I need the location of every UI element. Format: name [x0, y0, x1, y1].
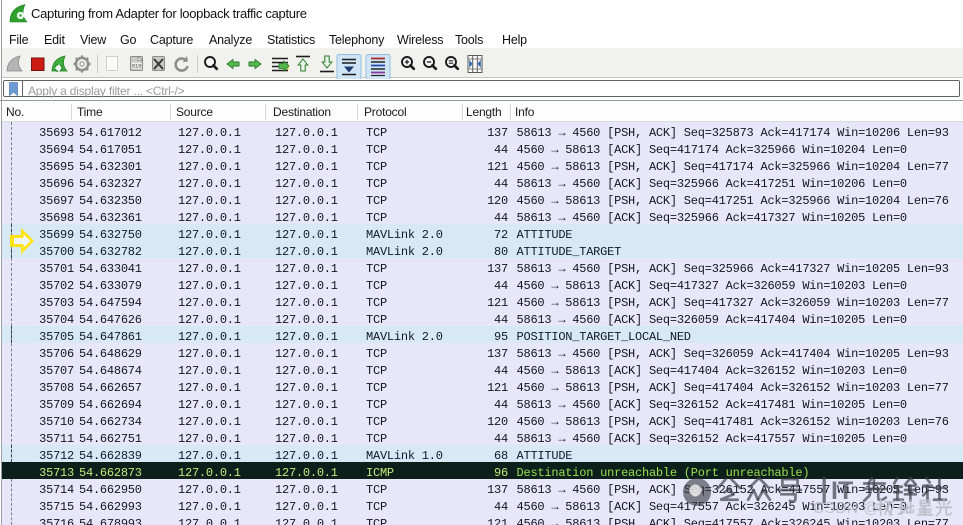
svg-text:010: 010 [132, 64, 142, 70]
